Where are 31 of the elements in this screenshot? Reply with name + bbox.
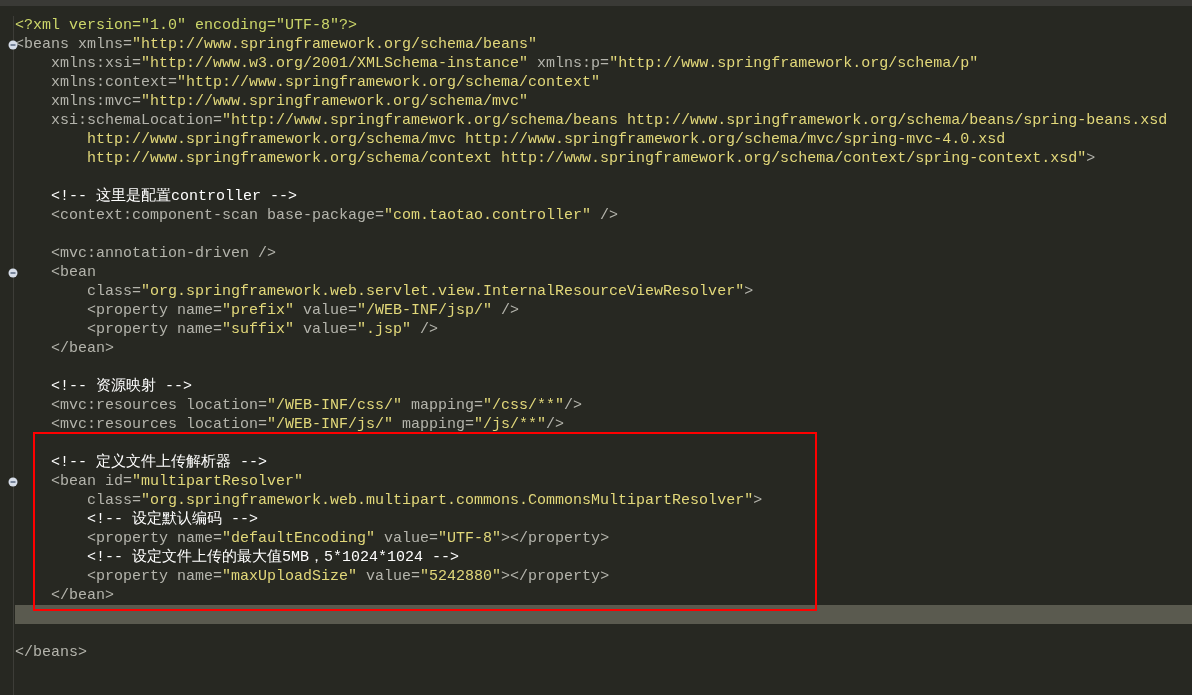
code-line: <bean id="multipartResolver" — [50, 472, 304, 491]
code-line: <!-- 设定文件上传的最大值5MB，5*1024*1024 --> — [86, 548, 460, 567]
code-line: <mvc:resources location="/WEB-INF/js/" mapping="/js/**"/> — [50, 415, 565, 434]
collapse-icon[interactable] — [8, 476, 18, 487]
code-line: xmlns:xsi="http://www.w3.org/2001/XMLSchema-instance" xmlns:p="http://www.springframework.org/schema/p" — [50, 54, 979, 73]
code-line: <property name="prefix" value="/WEB-INF/jsp/" /> — [86, 301, 520, 320]
collapse-icon[interactable] — [8, 39, 18, 50]
code-line: </beans> — [15, 643, 87, 662]
collapse-icon[interactable] — [8, 267, 18, 278]
code-line: </bean> — [50, 586, 115, 605]
code-line: <context:component-scan base-package="com.taotao.controller" /> — [50, 206, 619, 225]
code-line: <property name="defaultEncoding" value="UTF-8"></property> — [86, 529, 610, 548]
code-line: class="org.springframework.web.servlet.view.InternalResourceViewResolver"> — [86, 282, 754, 301]
code-line: http://www.springframework.org/schema/context http://www.springframework.org/schema/context/spring-context.xsd"> — [86, 149, 1096, 168]
code-line: <bean — [50, 263, 96, 282]
code-line: <beans xmlns="http://www.springframework.org/schema/beans" — [15, 35, 538, 54]
code-line: </bean> — [50, 339, 115, 358]
code-line: xmlns:mvc="http://www.springframework.org/schema/mvc" — [50, 92, 529, 111]
code-line: <!-- 定义文件上传解析器 --> — [50, 453, 268, 472]
code-line: <mvc:resources location="/WEB-INF/css/" mapping="/css/**"/> — [50, 396, 583, 415]
code-line: <property name="maxUploadSize" value="5242880"></property> — [86, 567, 610, 586]
code-line: <!-- 这里是配置controller --> — [50, 187, 298, 206]
code-line: <property name="suffix" value=".jsp" /> — [86, 320, 439, 339]
code-line: xmlns:context="http://www.springframework.org/schema/context" — [50, 73, 601, 92]
code-line: <mvc:annotation-driven /> — [50, 244, 277, 263]
code-line: class="org.springframework.web.multipart.commons.CommonsMultipartResolver"> — [86, 491, 763, 510]
code-line: <?xml version="1.0" encoding="UTF-8"?> — [15, 16, 358, 35]
code-line: xsi:schemaLocation="http://www.springframework.org/schema/beans http://www.springframework.org/schema/beans/spring-beans.xsd — [50, 111, 1168, 130]
code-line: <!-- 设定默认编码 --> — [86, 510, 259, 529]
code-line: <!-- 资源映射 --> — [50, 377, 193, 396]
code-line: http://www.springframework.org/schema/mvc http://www.springframework.org/schema/mvc/spring-mvc-4.0.xsd — [86, 130, 1006, 149]
